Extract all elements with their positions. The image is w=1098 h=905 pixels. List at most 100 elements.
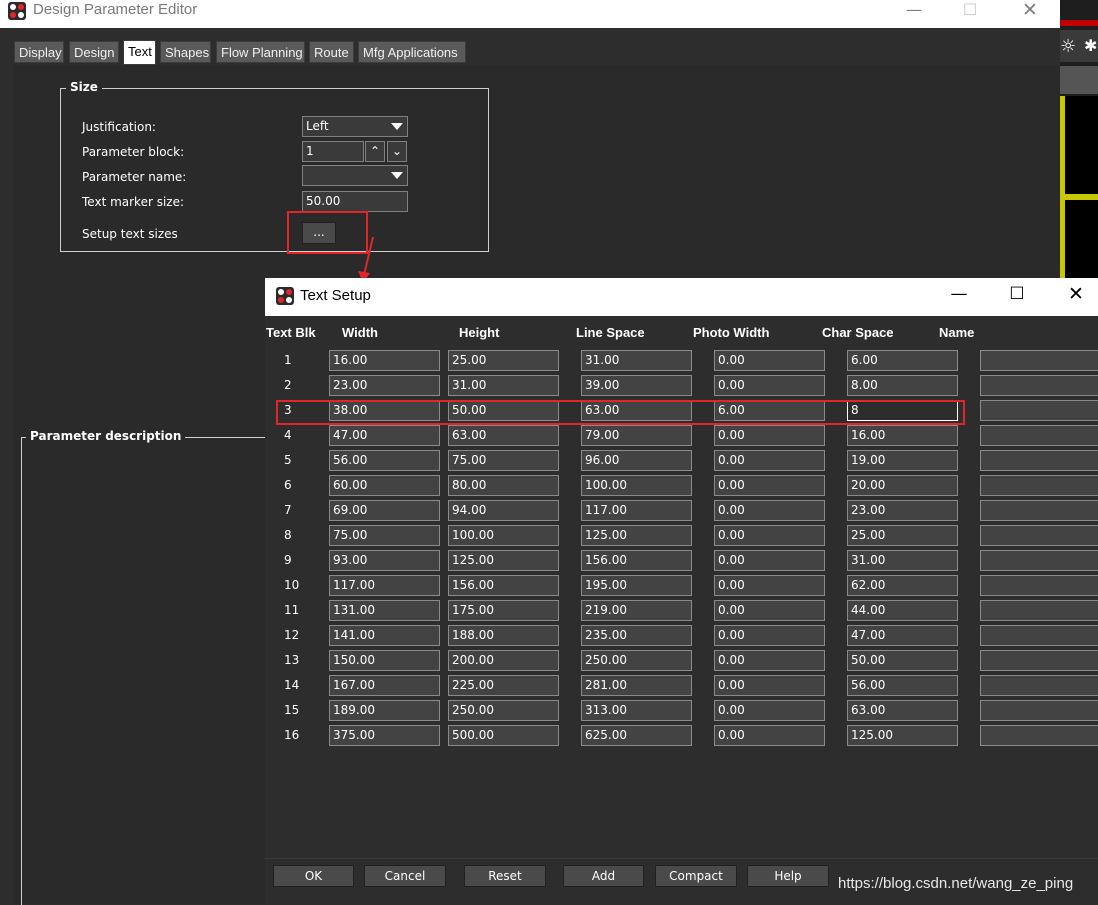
cell-name[interactable] bbox=[980, 700, 1098, 721]
sun-icon[interactable]: ☼ bbox=[1060, 36, 1076, 57]
reset-button[interactable]: Reset bbox=[464, 865, 546, 887]
cell-height[interactable]: 175.00 bbox=[448, 600, 559, 621]
cell-name[interactable] bbox=[980, 675, 1098, 696]
cell-photo[interactable]: 0.00 bbox=[714, 425, 825, 446]
cell-height[interactable]: 63.00 bbox=[448, 425, 559, 446]
cell-char[interactable]: 8.00 bbox=[847, 375, 958, 396]
cell-photo[interactable]: 0.00 bbox=[714, 650, 825, 671]
cell-photo[interactable]: 0.00 bbox=[714, 575, 825, 596]
cell-width[interactable]: 75.00 bbox=[329, 525, 440, 546]
cell-line[interactable]: 313.00 bbox=[581, 700, 692, 721]
cell-char[interactable]: 6.00 bbox=[847, 350, 958, 371]
cell-line[interactable]: 250.00 bbox=[581, 650, 692, 671]
cell-photo[interactable]: 0.00 bbox=[714, 600, 825, 621]
cell-char[interactable]: 31.00 bbox=[847, 550, 958, 571]
text-marker-size-input[interactable]: 50.00 bbox=[302, 191, 408, 212]
cell-name[interactable] bbox=[980, 475, 1098, 496]
cell-line[interactable]: 117.00 bbox=[581, 500, 692, 521]
cell-line[interactable]: 79.00 bbox=[581, 425, 692, 446]
cell-photo[interactable]: 0.00 bbox=[714, 700, 825, 721]
cell-width[interactable]: 117.00 bbox=[329, 575, 440, 596]
cell-width[interactable]: 56.00 bbox=[329, 450, 440, 471]
tool-icon[interactable]: ✱ bbox=[1084, 36, 1097, 55]
dialog-minimize-button[interactable]: — bbox=[944, 284, 974, 304]
tab-mfg-applications[interactable]: Mfg Applications bbox=[358, 41, 466, 63]
cell-name[interactable] bbox=[980, 500, 1098, 521]
tab-route[interactable]: Route bbox=[309, 41, 354, 63]
cell-name[interactable] bbox=[980, 400, 1098, 421]
cell-height[interactable]: 250.00 bbox=[448, 700, 559, 721]
cell-photo[interactable]: 0.00 bbox=[714, 725, 825, 746]
cell-width[interactable]: 23.00 bbox=[329, 375, 440, 396]
parameter-block-input[interactable]: 1 bbox=[302, 141, 364, 162]
cell-photo[interactable]: 0.00 bbox=[714, 625, 825, 646]
cell-char[interactable]: 19.00 bbox=[847, 450, 958, 471]
cell-char[interactable]: 44.00 bbox=[847, 600, 958, 621]
cell-photo[interactable]: 0.00 bbox=[714, 450, 825, 471]
cell-name[interactable] bbox=[980, 550, 1098, 571]
dialog-close-button[interactable]: ✕ bbox=[1061, 283, 1091, 305]
cell-line[interactable]: 96.00 bbox=[581, 450, 692, 471]
cell-width[interactable]: 375.00 bbox=[329, 725, 440, 746]
cell-char[interactable]: 125.00 bbox=[847, 725, 958, 746]
cell-height[interactable]: 75.00 bbox=[448, 450, 559, 471]
cell-height[interactable]: 100.00 bbox=[448, 525, 559, 546]
cell-height[interactable]: 500.00 bbox=[448, 725, 559, 746]
cell-char[interactable]: 63.00 bbox=[847, 700, 958, 721]
cell-line[interactable]: 195.00 bbox=[581, 575, 692, 596]
cell-line[interactable]: 281.00 bbox=[581, 675, 692, 696]
cell-height[interactable]: 125.00 bbox=[448, 550, 559, 571]
cell-name[interactable] bbox=[980, 350, 1098, 371]
tab-design[interactable]: Design bbox=[69, 41, 119, 63]
cell-name[interactable] bbox=[980, 575, 1098, 596]
cell-name[interactable] bbox=[980, 425, 1098, 446]
cell-height[interactable]: 200.00 bbox=[448, 650, 559, 671]
cell-char[interactable]: 20.00 bbox=[847, 475, 958, 496]
cell-line[interactable]: 219.00 bbox=[581, 600, 692, 621]
cell-width[interactable]: 141.00 bbox=[329, 625, 440, 646]
cell-width[interactable]: 69.00 bbox=[329, 500, 440, 521]
cell-line[interactable]: 100.00 bbox=[581, 475, 692, 496]
cell-char[interactable]: 56.00 bbox=[847, 675, 958, 696]
cell-height[interactable]: 94.00 bbox=[448, 500, 559, 521]
cell-height[interactable]: 80.00 bbox=[448, 475, 559, 496]
cell-height[interactable]: 31.00 bbox=[448, 375, 559, 396]
cancel-button[interactable]: Cancel bbox=[364, 865, 446, 887]
cell-width[interactable]: 131.00 bbox=[329, 600, 440, 621]
cell-char[interactable]: 62.00 bbox=[847, 575, 958, 596]
add-button[interactable]: Add bbox=[563, 865, 644, 887]
cell-name[interactable] bbox=[980, 525, 1098, 546]
cell-width[interactable]: 47.00 bbox=[329, 425, 440, 446]
tab-text[interactable]: Text bbox=[123, 40, 156, 65]
cell-height[interactable]: 156.00 bbox=[448, 575, 559, 596]
parent-maximize-button[interactable]: ☐ bbox=[955, 0, 985, 19]
cell-char[interactable]: 25.00 bbox=[847, 525, 958, 546]
cell-name[interactable] bbox=[980, 600, 1098, 621]
cell-line[interactable]: 156.00 bbox=[581, 550, 692, 571]
cell-photo[interactable]: 0.00 bbox=[714, 350, 825, 371]
cell-name[interactable] bbox=[980, 650, 1098, 671]
parameter-name-select[interactable] bbox=[302, 165, 408, 186]
cell-char[interactable]: 16.00 bbox=[847, 425, 958, 446]
cell-name[interactable] bbox=[980, 725, 1098, 746]
cell-width[interactable]: 167.00 bbox=[329, 675, 440, 696]
cell-height[interactable]: 188.00 bbox=[448, 625, 559, 646]
dialog-maximize-button[interactable]: ☐ bbox=[1002, 284, 1032, 304]
justification-select[interactable]: Left bbox=[302, 116, 408, 137]
cell-char[interactable]: 47.00 bbox=[847, 625, 958, 646]
cell-width[interactable]: 189.00 bbox=[329, 700, 440, 721]
cell-char[interactable]: 50.00 bbox=[847, 650, 958, 671]
parent-minimize-button[interactable]: — bbox=[899, 0, 929, 19]
spin-down-button[interactable]: ⌄ bbox=[387, 141, 407, 162]
cell-photo[interactable]: 0.00 bbox=[714, 475, 825, 496]
tab-shapes[interactable]: Shapes bbox=[160, 41, 211, 63]
cell-width[interactable]: 60.00 bbox=[329, 475, 440, 496]
cell-name[interactable] bbox=[980, 375, 1098, 396]
cell-width[interactable]: 150.00 bbox=[329, 650, 440, 671]
cell-photo[interactable]: 0.00 bbox=[714, 550, 825, 571]
cell-photo[interactable]: 0.00 bbox=[714, 675, 825, 696]
cell-width[interactable]: 16.00 bbox=[329, 350, 440, 371]
cell-name[interactable] bbox=[980, 625, 1098, 646]
cell-height[interactable]: 225.00 bbox=[448, 675, 559, 696]
cell-photo[interactable]: 0.00 bbox=[714, 375, 825, 396]
